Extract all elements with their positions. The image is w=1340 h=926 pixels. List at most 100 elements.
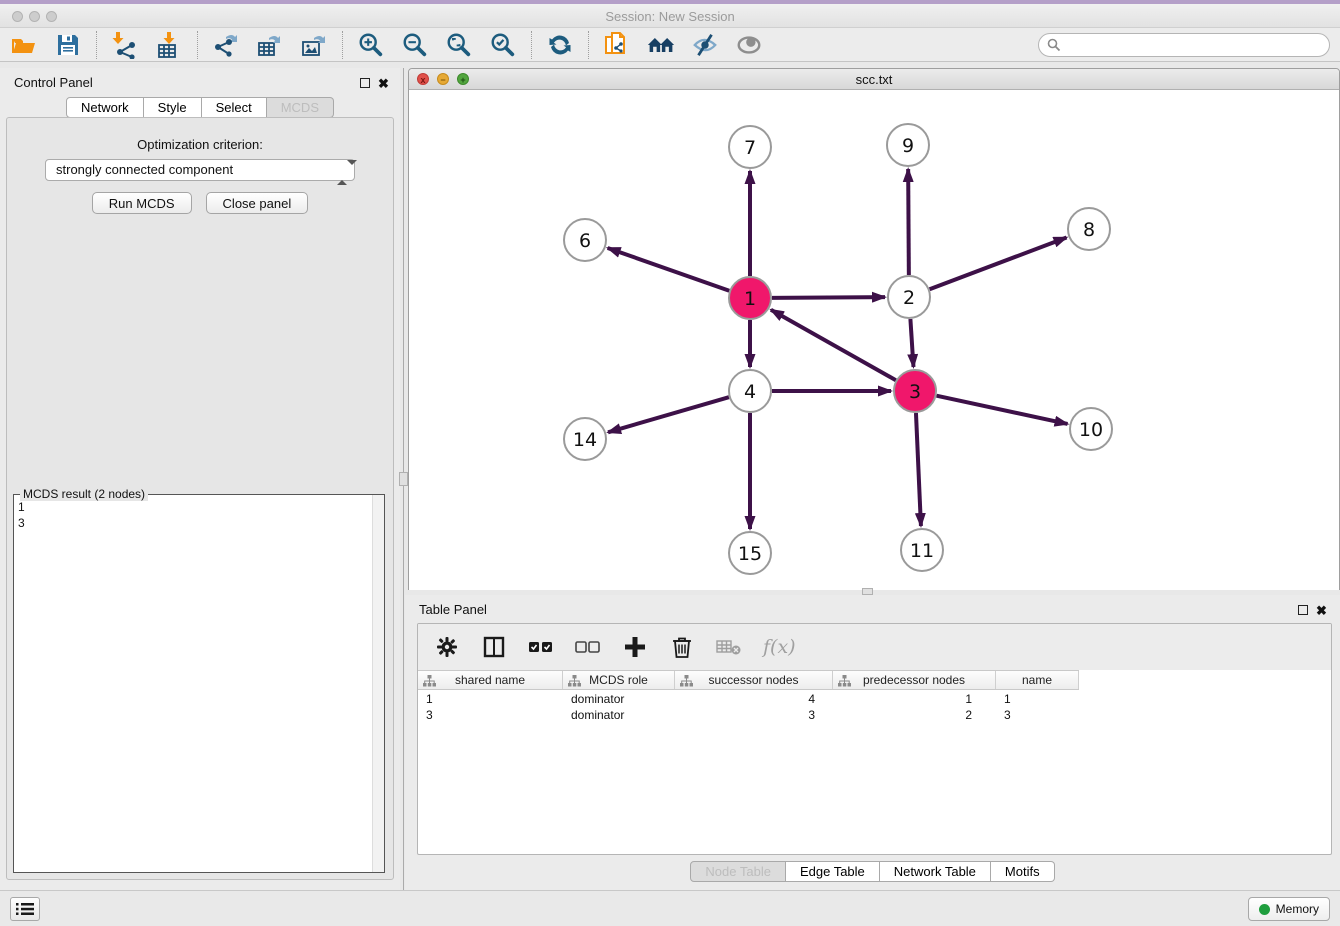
column-label: name (1022, 673, 1052, 687)
graph-node-11[interactable]: 11 (901, 529, 943, 571)
tab-network[interactable]: Network (66, 97, 144, 118)
column-header-predecessor-nodes[interactable]: predecessor nodes (833, 671, 996, 689)
vertical-splitter-handle[interactable] (399, 472, 408, 486)
zoom-in-icon[interactable] (357, 31, 385, 59)
graph-node-1[interactable]: 1 (729, 277, 771, 319)
table-body: 1 dominator 4 1 1 3 dominator 3 2 3 (418, 691, 1331, 723)
search-field[interactable] (1038, 33, 1330, 57)
unselect-all-icon[interactable] (575, 634, 601, 660)
home-icon[interactable] (647, 31, 675, 59)
horizontal-splitter-handle[interactable] (862, 588, 873, 595)
cell-predecessor-nodes: 2 (833, 707, 996, 723)
float-panel-icon[interactable] (360, 78, 370, 88)
delete-column-icon[interactable] (669, 634, 695, 660)
import-network-icon[interactable] (111, 31, 139, 59)
memory-status-icon (1259, 904, 1270, 915)
graph-node-7[interactable]: 7 (729, 126, 771, 168)
graph-node-2[interactable]: 2 (888, 276, 930, 318)
hide-graphics-icon[interactable] (691, 31, 719, 59)
delete-table-icon[interactable] (716, 634, 742, 660)
graph-node-label: 4 (744, 381, 756, 403)
flatten-icon (838, 675, 851, 687)
graph-node-9[interactable]: 9 (887, 124, 929, 166)
graph-edge-4-14[interactable] (608, 397, 729, 432)
close-panel-button[interactable]: Close panel (206, 192, 309, 214)
graph-node-label: 14 (573, 429, 597, 451)
import-table-icon[interactable] (155, 31, 183, 59)
tab-motifs[interactable]: Motifs (991, 861, 1055, 882)
cell-predecessor-nodes: 1 (833, 691, 996, 707)
graph-node-label: 1 (744, 288, 756, 310)
control-panel-tabs: Network Style Select MCDS (0, 97, 400, 118)
settings-gear-icon[interactable] (434, 634, 460, 660)
network-window-titlebar: x − + scc.txt (409, 69, 1339, 90)
graph-node-label: 11 (910, 540, 934, 562)
graph-node-15[interactable]: 15 (729, 532, 771, 574)
graph-edge-3-11[interactable] (916, 413, 921, 526)
float-table-panel-icon[interactable] (1298, 605, 1308, 615)
refresh-icon[interactable] (546, 31, 574, 59)
result-scrollbar[interactable] (372, 495, 384, 872)
export-table-icon[interactable] (256, 31, 284, 59)
add-column-icon[interactable] (622, 634, 648, 660)
run-mcds-button[interactable]: Run MCDS (92, 192, 192, 214)
network-view-window: x − + scc.txt 1 2 3 4 6 7 8 9 10 11 14 15 (408, 68, 1340, 590)
table-row[interactable]: 3 dominator 3 2 3 (418, 707, 1331, 723)
tab-edge-table[interactable]: Edge Table (786, 861, 880, 882)
function-builder-icon[interactable]: f(x) (763, 636, 796, 658)
duplicate-network-icon[interactable] (603, 31, 631, 59)
column-header-shared-name[interactable]: shared name (418, 671, 563, 689)
graph-edge-2-8[interactable] (930, 237, 1067, 289)
column-header-successor-nodes[interactable]: successor nodes (675, 671, 833, 689)
graph-node-6[interactable]: 6 (564, 219, 606, 261)
graph-node-label: 10 (1079, 419, 1103, 441)
zoom-selected-icon[interactable] (489, 31, 517, 59)
close-panel-icon[interactable]: ✖ (378, 76, 389, 92)
graph-edge-3-10[interactable] (937, 396, 1068, 424)
graph-edge-2-3[interactable] (910, 319, 913, 367)
open-folder-icon[interactable] (10, 31, 38, 59)
graph-node-label: 6 (579, 230, 591, 252)
flatten-icon (568, 675, 581, 687)
graph-edge-1-6[interactable] (608, 248, 730, 291)
table-header-row: shared name MCDS role successor nodes pr… (418, 670, 1079, 690)
optimization-criterion-select[interactable]: strongly connected component (45, 159, 355, 181)
export-image-icon[interactable] (300, 31, 328, 59)
close-table-panel-icon[interactable]: ✖ (1316, 603, 1327, 619)
show-column-panel-icon[interactable] (481, 634, 507, 660)
graph-edge-2-9[interactable] (908, 169, 909, 275)
graph-node-3[interactable]: 3 (894, 370, 936, 412)
table-panel: Table Panel ✖ (405, 595, 1340, 890)
optimization-criterion-value: strongly connected component (56, 162, 233, 177)
select-all-icon[interactable] (528, 634, 554, 660)
table-row[interactable]: 1 dominator 4 1 1 (418, 691, 1331, 707)
control-panel-title: Control Panel (14, 75, 93, 90)
graph-node-14[interactable]: 14 (564, 418, 606, 460)
export-network-icon[interactable] (212, 31, 240, 59)
column-header-mcds-role[interactable]: MCDS role (563, 671, 675, 689)
graph-edge-3-1[interactable] (771, 310, 896, 380)
tab-node-table[interactable]: Node Table (690, 861, 786, 882)
column-header-name[interactable]: name (996, 671, 1079, 689)
memory-button[interactable]: Memory (1248, 897, 1330, 921)
graph-node-10[interactable]: 10 (1070, 408, 1112, 450)
flatten-icon (423, 675, 436, 687)
zoom-out-icon[interactable] (401, 31, 429, 59)
graph-node-4[interactable]: 4 (729, 370, 771, 412)
network-canvas[interactable]: 1 2 3 4 6 7 8 9 10 11 14 15 (409, 91, 1339, 590)
save-icon[interactable] (54, 31, 82, 59)
column-label: MCDS role (589, 673, 648, 687)
graph-node-8[interactable]: 8 (1068, 208, 1110, 250)
tab-style[interactable]: Style (144, 97, 202, 118)
tab-network-table[interactable]: Network Table (880, 861, 991, 882)
cell-mcds-role: dominator (563, 691, 675, 707)
mcds-panel: Optimization criterion: strongly connect… (6, 117, 394, 880)
tab-mcds[interactable]: MCDS (267, 97, 334, 118)
graph-edge-1-2[interactable] (772, 297, 885, 298)
search-input[interactable] (1061, 36, 1329, 54)
task-history-button[interactable] (10, 897, 40, 921)
zoom-fit-icon[interactable] (445, 31, 473, 59)
node-table-container: f(x) shared name MCDS role successor nod… (417, 623, 1332, 855)
show-graphics-icon[interactable] (735, 31, 763, 59)
tab-select[interactable]: Select (202, 97, 267, 118)
